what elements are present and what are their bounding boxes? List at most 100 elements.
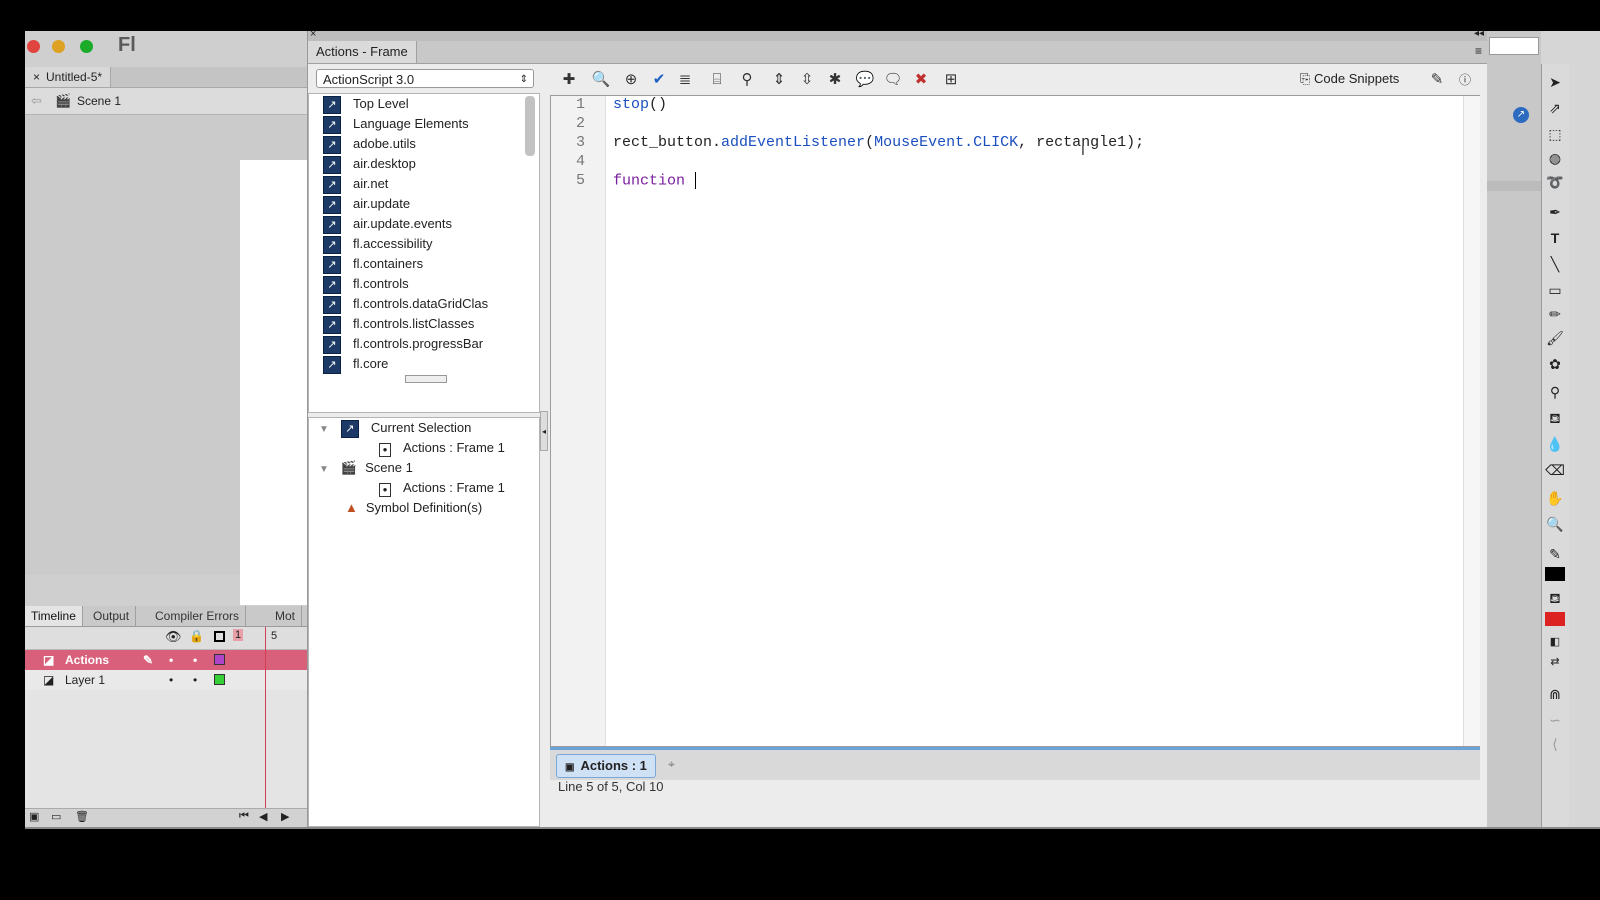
collapse-between-braces-icon[interactable]: ⇕ [768, 69, 790, 91]
toolbox-item[interactable]: ↗ air.net [323, 174, 388, 194]
visible-dot[interactable]: • [169, 670, 173, 690]
toolbox-scrollbar[interactable] [525, 96, 535, 156]
stroke-color-icon[interactable]: ✎ [1545, 544, 1565, 564]
scene-label[interactable]: Scene 1 [77, 94, 121, 108]
toolbox-item[interactable]: ↗ fl.controls.progressBar [323, 334, 519, 354]
code-line-1[interactable]: stop() [613, 96, 667, 113]
toolbox-item[interactable]: ↗ fl.containers [323, 254, 423, 274]
script-tab-actions[interactable]: ▣ Actions : 1 [556, 754, 656, 778]
actions-frame-tab[interactable]: Actions - Frame [308, 41, 417, 63]
visible-dot[interactable]: • [169, 650, 173, 670]
toolbox-item[interactable]: ↗ fl.controls.dataGridClas [323, 294, 519, 314]
stroke-color-swatch[interactable] [1545, 567, 1565, 581]
toolbox-item[interactable]: ↗ adobe.utils [323, 134, 416, 154]
eye-icon[interactable]: 👁 [165, 629, 182, 645]
workspace-field[interactable] [1489, 37, 1539, 55]
tab-compiler-errors[interactable]: Compiler Errors [149, 606, 247, 626]
collapse-panel-icon[interactable]: ◂◂ [1474, 28, 1484, 39]
splitter-handle[interactable] [405, 375, 447, 383]
code-snippets-button[interactable]: ⎘ Code Snippets [1300, 71, 1399, 87]
hand-tool-icon[interactable]: ✋ [1545, 488, 1565, 508]
nav-current-selection[interactable]: ▼ ↗ Current Selection [319, 418, 471, 438]
new-layer-icon[interactable]: ▣ [29, 810, 39, 823]
pencil-tool-icon[interactable]: ✏ [1545, 304, 1565, 324]
code-editor[interactable]: 1 2 3 4 5 stop() rect_button.addEventLis… [550, 95, 1480, 747]
pen-tool-icon[interactable]: ✒ [1545, 202, 1565, 222]
apply-line-comment-icon[interactable]: 🗨 [882, 69, 904, 91]
deco-tool-icon[interactable]: ✿ [1545, 354, 1565, 374]
lock-icon[interactable]: 🔒 [189, 629, 204, 643]
frame-number-1[interactable]: 1 [233, 629, 244, 641]
selection-tool-icon[interactable]: ➤ [1545, 72, 1565, 92]
disclosure-triangle-icon[interactable]: ▼ [319, 424, 329, 435]
check-syntax-icon[interactable]: ✔ [648, 69, 670, 91]
line-tool-icon[interactable]: ╲ [1545, 254, 1565, 274]
lock-dot[interactable]: • [193, 650, 197, 670]
new-folder-icon[interactable]: ▭ [51, 810, 61, 823]
add-item-icon[interactable]: ✚ [558, 69, 580, 91]
paint-bucket-tool-icon[interactable]: ⛾ [1545, 408, 1565, 428]
tab-output[interactable]: Output [87, 606, 137, 626]
expand-all-icon[interactable]: ✱ [824, 69, 846, 91]
code-line-5[interactable]: function [613, 172, 697, 189]
pin-script-icon[interactable]: ⌖ [668, 757, 675, 772]
layer-name[interactable]: Layer 1 [65, 670, 105, 690]
lock-dot[interactable]: • [193, 670, 197, 690]
straighten-icon[interactable]: ⟨ [1545, 734, 1565, 754]
close-tab-icon[interactable]: × [33, 70, 40, 84]
toolbox-item[interactable]: ↗ air.desktop [323, 154, 416, 174]
remove-comment-icon[interactable]: ✖ [910, 69, 932, 91]
fill-color-icon[interactable]: ⛾ [1545, 588, 1565, 608]
play-icon[interactable]: ▶ [281, 810, 289, 823]
toolbox-item[interactable]: ↗ fl.core [323, 354, 388, 374]
playhead[interactable] [265, 627, 266, 817]
tab-motion-editor[interactable]: Mot [269, 606, 303, 626]
document-tab[interactable]: × Untitled-5* [25, 67, 112, 87]
panel-collapse-handle[interactable]: ◂ [540, 411, 548, 451]
zoom-tool-icon[interactable]: 🔍 [1545, 514, 1565, 534]
debug-options-icon[interactable]: ⚲ [736, 69, 758, 91]
code-hint-icon[interactable]: ⌸ [706, 69, 728, 91]
stage[interactable] [240, 160, 307, 605]
tab-timeline[interactable]: Timeline [25, 606, 83, 626]
toolbox-item[interactable]: ↗ air.update.events [323, 214, 452, 234]
outline-icon[interactable] [214, 631, 225, 642]
find-icon[interactable]: 🔍 [590, 69, 612, 91]
toolbox-item[interactable]: ↗ fl.accessibility [323, 234, 432, 254]
smooth-icon[interactable]: ∽ [1545, 710, 1565, 730]
step-back-icon[interactable]: ◀ [259, 810, 267, 823]
free-transform-tool-icon[interactable]: ⬚ [1545, 124, 1565, 144]
apply-block-comment-icon[interactable]: 💬 [854, 69, 876, 91]
editor-scrollbar[interactable] [1463, 96, 1480, 746]
swap-colors-icon[interactable]: ⇄ [1545, 652, 1565, 672]
3d-rotation-tool-icon[interactable]: ◍ [1545, 148, 1565, 168]
rectangle-tool-icon[interactable]: ▭ [1545, 280, 1565, 300]
toolbox-item[interactable]: ↗ fl.controls [323, 274, 409, 294]
default-colors-icon[interactable]: ◧ [1545, 632, 1565, 652]
actionscript-version-select[interactable]: ActionScript 3.0 ⇕ [316, 69, 534, 88]
first-frame-icon[interactable]: ⏮ [239, 810, 249, 823]
disclosure-triangle-icon[interactable]: ▼ [319, 464, 329, 475]
nav-item-actions-frame[interactable]: ● Actions : Frame 1 [379, 438, 505, 458]
toolbox-item[interactable]: ↗ fl.controls.listClasses [323, 314, 474, 334]
panel-menu-icon[interactable]: ≡ [1475, 44, 1482, 58]
lasso-tool-icon[interactable]: ➰ [1545, 172, 1565, 192]
panel-icon[interactable]: ↗ [1513, 107, 1529, 123]
fill-color-swatch[interactable] [1545, 612, 1565, 626]
eraser-tool-icon[interactable]: ⌫ [1545, 460, 1565, 480]
wand-icon[interactable]: ✎ [1426, 69, 1448, 91]
minimize-window-button[interactable] [52, 40, 65, 53]
code-line-3[interactable]: rect_button.addEventListener(MouseEvent.… [613, 134, 1144, 151]
delete-icon[interactable]: 🗑 [75, 810, 89, 823]
text-tool-icon[interactable]: T [1545, 228, 1565, 248]
layer-name[interactable]: Actions [65, 650, 109, 670]
eyedropper-tool-icon[interactable]: 💧 [1545, 434, 1565, 454]
show-hide-toolbox-icon[interactable]: ⊞ [940, 69, 962, 91]
insert-target-path-icon[interactable]: ⊕ [620, 69, 642, 91]
snap-to-objects-icon[interactable]: ⋒ [1545, 684, 1565, 704]
brush-tool-icon[interactable]: 🖌 [1545, 328, 1565, 348]
nav-scene[interactable]: ▼ 🎬 Scene 1 [319, 458, 413, 478]
close-window-button[interactable] [27, 40, 40, 53]
layer-color-swatch[interactable] [214, 674, 225, 685]
layer-color-swatch[interactable] [214, 654, 225, 665]
